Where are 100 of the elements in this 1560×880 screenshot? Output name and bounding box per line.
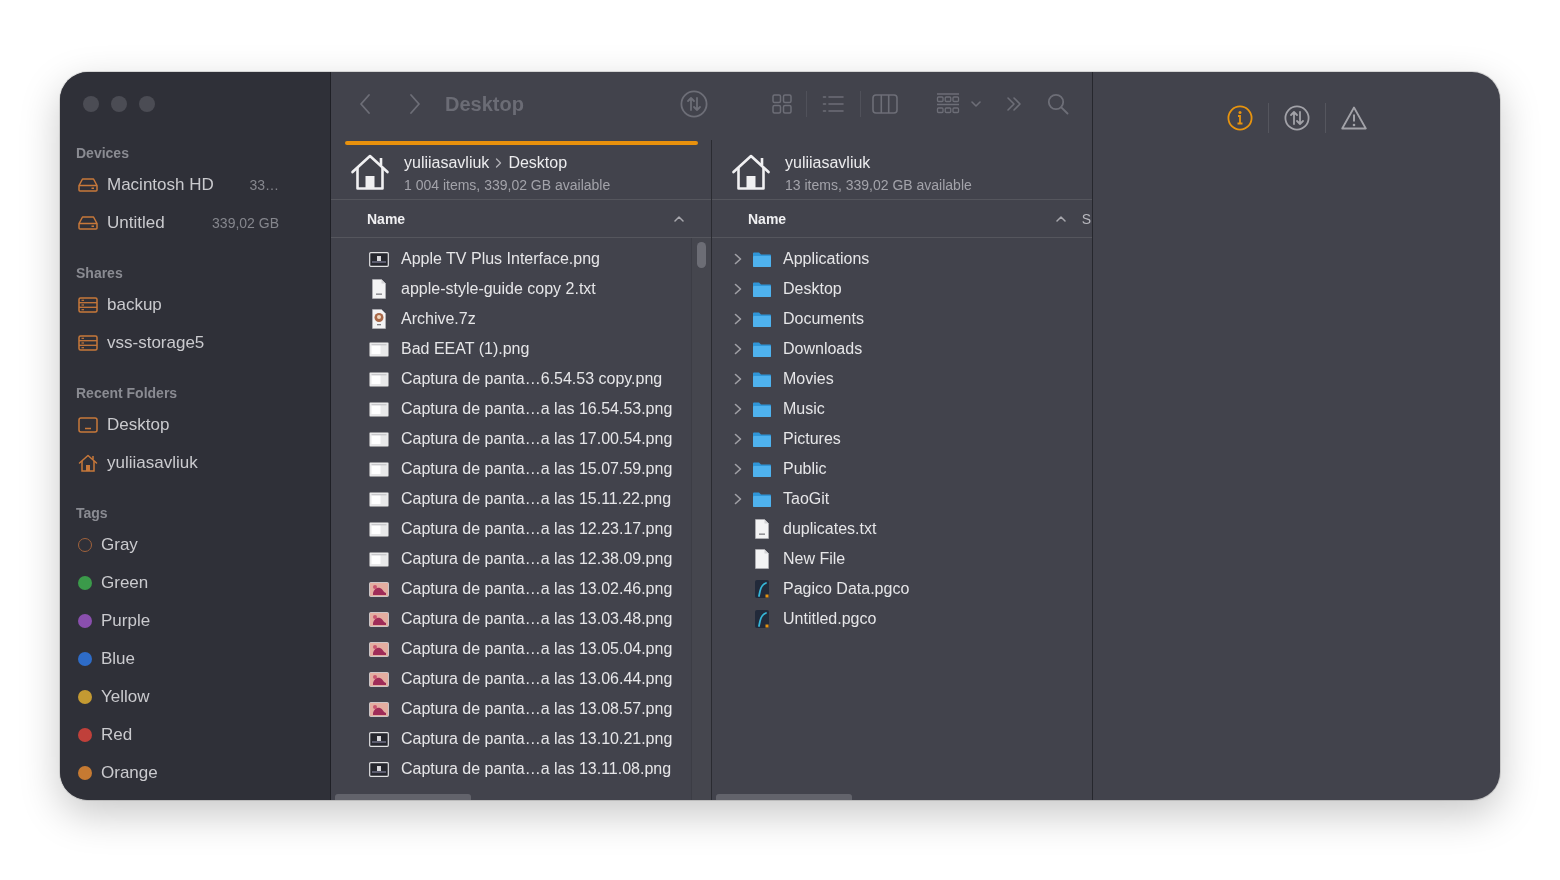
file-name[interactable]: Pagico Data.pgco — [783, 579, 910, 599]
disclosure-chevron-icon[interactable] — [734, 343, 742, 355]
grouped-grid-icon[interactable] — [936, 93, 960, 115]
file-name[interactable]: duplicates.txt — [783, 519, 877, 539]
sidebar-item[interactable]: Untitled — [107, 212, 165, 234]
image-file-icon — [369, 701, 389, 717]
drive-icon — [78, 216, 98, 230]
file-name[interactable]: Downloads — [783, 339, 863, 359]
server-icon — [78, 297, 98, 313]
image-file-icon — [369, 461, 389, 477]
arrows-circle-icon[interactable] — [680, 90, 708, 118]
image-file-icon — [369, 731, 389, 747]
column-header[interactable]: Name — [367, 209, 406, 228]
window-control-icon[interactable] — [83, 96, 99, 112]
drive-icon — [78, 178, 98, 192]
image-file-icon — [369, 431, 389, 447]
image-file-icon — [369, 581, 389, 597]
chevron-right-icon[interactable] — [408, 93, 422, 115]
disclosure-chevron-icon[interactable] — [734, 253, 742, 265]
disclosure-chevron-icon[interactable] — [734, 433, 742, 445]
sidebar-item[interactable]: backup — [107, 294, 162, 316]
info-icon[interactable] — [1226, 105, 1253, 131]
app-document-icon — [754, 609, 770, 629]
window-control-icon[interactable] — [111, 96, 127, 112]
image-file-icon — [369, 671, 389, 687]
file-name[interactable]: Bad EEAT (1).png — [401, 339, 530, 359]
scrollbar-thumb[interactable] — [697, 242, 706, 268]
folder-summary: 13 items, 339,02 GB available — [785, 176, 972, 194]
file-name[interactable]: New File — [783, 549, 846, 569]
file-name[interactable]: Archive.7z — [401, 309, 476, 329]
tag-item[interactable]: Purple — [101, 610, 151, 632]
file-name[interactable]: Captura de panta…a las 16.54.53.png — [401, 399, 673, 419]
file-name[interactable]: Captura de panta…a las 12.38.09.png — [401, 549, 673, 569]
tag-item[interactable]: Red — [101, 724, 133, 746]
disclosure-chevron-icon[interactable] — [734, 313, 742, 325]
tag-item[interactable]: Blue — [101, 648, 136, 670]
image-file-icon — [369, 521, 389, 537]
file-name[interactable]: Captura de panta…a las 15.07.59.png — [401, 459, 673, 479]
tag-item[interactable]: Orange — [101, 762, 158, 784]
sidebar-item[interactable]: vss-storage5 — [107, 332, 205, 354]
double-chevron-icon[interactable] — [1006, 97, 1022, 111]
file-name[interactable]: Captura de panta…a las 13.03.48.png — [401, 609, 673, 629]
sidebar-item[interactable]: yuliiasavliuk — [107, 452, 198, 474]
scrollbar-thumb[interactable] — [716, 794, 852, 800]
disclosure-chevron-icon[interactable] — [734, 493, 742, 505]
section-header: Devices — [76, 144, 129, 163]
disclosure-chevron-icon[interactable] — [734, 403, 742, 415]
disclosure-chevron-icon[interactable] — [734, 373, 742, 385]
file-name[interactable]: Public — [783, 459, 827, 479]
breadcrumb-item[interactable]: Desktop — [508, 153, 568, 173]
file-name[interactable]: Captura de panta…a las 13.06.44.png — [401, 669, 673, 689]
file-name[interactable]: Applications — [783, 249, 870, 269]
file-name[interactable]: TaoGit — [783, 489, 830, 509]
image-file-icon — [369, 401, 389, 417]
file-name[interactable]: Apple TV Plus Interface.png — [401, 249, 600, 269]
column-header[interactable]: S — [1081, 209, 1091, 228]
file-name[interactable]: Captura de panta…a las 13.02.46.png — [401, 579, 673, 599]
caret-down-icon[interactable] — [971, 101, 981, 107]
file-name[interactable]: Captura de panta…6.54.53 copy.png — [401, 369, 663, 389]
window-control-icon[interactable] — [139, 96, 155, 112]
document-icon — [754, 549, 770, 569]
tag-item[interactable]: Green — [101, 572, 149, 594]
grid-icon[interactable] — [772, 94, 792, 114]
file-name[interactable]: Captura de panta…a las 13.11.08.png — [401, 759, 672, 779]
disclosure-chevron-icon[interactable] — [734, 463, 742, 475]
file-name[interactable]: apple-style-guide copy 2.txt — [401, 279, 596, 299]
chevron-left-icon[interactable] — [358, 93, 372, 115]
file-name[interactable]: Desktop — [783, 279, 842, 299]
file-name[interactable]: Movies — [783, 369, 834, 389]
list-icon[interactable] — [822, 95, 844, 113]
column-header[interactable]: Name — [748, 209, 787, 228]
arrows-circle-icon[interactable] — [1283, 105, 1310, 131]
text-file-icon — [754, 519, 770, 539]
search-icon[interactable] — [1047, 93, 1069, 115]
app-document-icon — [754, 579, 770, 599]
image-file-icon — [369, 641, 389, 657]
file-name[interactable]: Captura de panta…a las 17.00.54.png — [401, 429, 673, 449]
file-name[interactable]: Captura de panta…a las 15.11.22.png — [401, 489, 672, 509]
scrollbar-thumb[interactable] — [335, 794, 471, 800]
file-name[interactable]: Untitled.pgco — [783, 609, 877, 629]
section-header: Shares — [76, 264, 123, 283]
file-name[interactable]: Captura de panta…a las 13.08.57.png — [401, 699, 673, 719]
file-name[interactable]: Documents — [783, 309, 864, 329]
file-name[interactable]: Music — [783, 399, 825, 419]
file-name[interactable]: Captura de panta…a las 13.05.04.png — [401, 639, 673, 659]
file-name[interactable]: Captura de panta…a las 12.23.17.png — [401, 519, 673, 539]
sidebar-item[interactable]: Macintosh HD — [107, 174, 214, 196]
home-icon — [731, 153, 771, 191]
image-file-icon — [369, 251, 389, 267]
tag-item[interactable]: Gray — [101, 534, 138, 556]
file-name[interactable]: Captura de panta…a las 13.10.21.png — [401, 729, 673, 749]
archive-file-icon — [371, 309, 387, 329]
sidebar-item[interactable]: Desktop — [107, 414, 170, 436]
file-name[interactable]: Pictures — [783, 429, 841, 449]
breadcrumb-item[interactable]: yuliiasavliuk — [404, 153, 490, 173]
warning-icon[interactable] — [1340, 106, 1367, 130]
disclosure-chevron-icon[interactable] — [734, 283, 742, 295]
columns-icon[interactable] — [872, 94, 898, 114]
breadcrumb-item[interactable]: yuliiasavliuk — [785, 153, 871, 173]
tag-item[interactable]: Yellow — [101, 686, 150, 708]
